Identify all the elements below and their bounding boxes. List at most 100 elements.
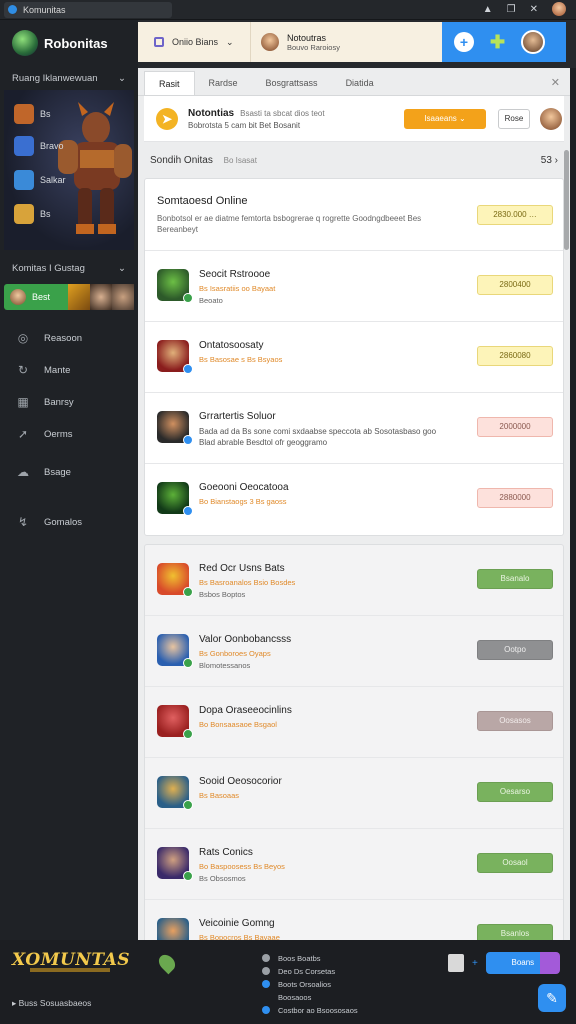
- footer-action-button[interactable]: Boans: [485, 952, 560, 974]
- user-subtitle: Bouvo Raroiosy: [287, 42, 340, 52]
- price-button[interactable]: Oosasos: [477, 711, 553, 731]
- refresh-icon: ↻: [17, 363, 29, 377]
- price-button[interactable]: Bsanalo: [477, 569, 553, 589]
- price-button[interactable]: 2800400: [477, 275, 553, 295]
- price-button[interactable]: 2830.000 …: [477, 205, 553, 225]
- checkbox-icon: [154, 37, 164, 47]
- sidebar-item[interactable]: ↻ Mante: [0, 354, 138, 386]
- status-selector[interactable]: Oniio Bians ⌄: [138, 22, 250, 62]
- sidebar-item[interactable]: ▦ Banrsy: [0, 386, 138, 418]
- tab-diatida[interactable]: Diatida: [332, 71, 388, 95]
- hero-game-item[interactable]: Salkar: [14, 170, 66, 190]
- game-row[interactable]: Rats Conics Bo Baspoosess Bs Beyos Bs Obso…: [145, 829, 563, 900]
- edit-icon[interactable]: ✎: [538, 984, 566, 1012]
- price-button[interactable]: 2860080: [477, 346, 553, 366]
- close-icon[interactable]: ✕: [530, 4, 538, 15]
- sidebar-item[interactable]: ↯ Gomalos: [0, 506, 138, 538]
- status-badge: [183, 293, 193, 303]
- hero-game-item[interactable]: Bs: [14, 104, 51, 124]
- brand[interactable]: Robonitas: [0, 20, 138, 66]
- friends-row: Best: [4, 284, 134, 310]
- avatar[interactable]: [521, 30, 546, 54]
- logo-underline: [30, 968, 110, 972]
- arrow-icon: ➚: [17, 427, 29, 441]
- game-row[interactable]: Veicoinie Gomng Bs Bopocros Bs Bayaae Bsan…: [145, 900, 563, 940]
- section-header-ads[interactable]: Ruang Iklanwewuan ⌄: [0, 66, 138, 90]
- close-icon[interactable]: ✕: [551, 76, 560, 89]
- friend-thumbnail[interactable]: [90, 284, 112, 310]
- sidebar-item-label: Reasoon: [44, 332, 83, 344]
- footer-link[interactable]: Boosaoos: [262, 991, 358, 1003]
- user-card[interactable]: Notoutras Bouvo Raroiosy: [250, 22, 442, 62]
- featured-item[interactable]: Somtaoesd Online Bonbotsol er ae diatme …: [145, 179, 563, 251]
- section-header-community[interactable]: Komitas I Gustag ⌄: [0, 256, 138, 280]
- game-list-card-secondary: Red Ocr Usns Bats Bs Basroanalos Bsio Bos…: [144, 544, 564, 940]
- sidebar-item-label: Gomalos: [44, 516, 83, 528]
- status-badge: [183, 506, 193, 516]
- game-row[interactable]: Red Ocr Usns Bats Bs Basroanalos Bsio Bos…: [145, 545, 563, 616]
- game-row[interactable]: Dopa Oraseeocinlins Bo Bonsaasaoe Bsgaol O…: [145, 687, 563, 758]
- friend-chip[interactable]: Best: [4, 284, 68, 310]
- game-icon: [14, 136, 34, 156]
- hero-game-item[interactable]: Bs: [14, 204, 51, 224]
- chat-icon: [485, 952, 506, 974]
- price-button[interactable]: Oesarso: [477, 782, 553, 802]
- document-icon[interactable]: [448, 954, 464, 972]
- game-row[interactable]: Valor Oonbobancsss Bs Gonboroes Oyaps Blom…: [145, 616, 563, 687]
- scrollbar[interactable]: [564, 150, 569, 250]
- friend-chip-label: Best: [32, 292, 51, 302]
- price-button[interactable]: 2880000: [477, 488, 553, 508]
- game-row[interactable]: Sooid Oeosocorior Bs Basoaas Oesarso: [145, 758, 563, 829]
- avatar[interactable]: [552, 2, 566, 16]
- plus-icon[interactable]: +: [472, 958, 478, 969]
- notification-extra: Bsasti ta sbcat dios teot: [240, 108, 325, 118]
- bell-icon[interactable]: ▲: [483, 4, 493, 15]
- section-title: Sondih Onitas: [150, 154, 213, 166]
- price-button[interactable]: 2000000: [477, 417, 553, 437]
- location-pin-icon[interactable]: [155, 951, 179, 975]
- footer-links: Boos Boatbs Deo Ds Corsetas Boots Orsoal…: [262, 952, 358, 1017]
- footer-link[interactable]: Deo Ds Corsetas: [262, 965, 358, 977]
- price-button[interactable]: Bsanlos: [477, 924, 553, 940]
- footer-text[interactable]: ▸ Buss Sosuasbaeos: [12, 998, 91, 1009]
- chevron-down-icon: ⌄: [118, 262, 126, 274]
- notification-secondary-button[interactable]: Rose: [498, 109, 530, 129]
- status-badge: [183, 587, 193, 597]
- restore-icon[interactable]: ❐: [507, 4, 516, 15]
- tab-rardse[interactable]: Rardse: [195, 71, 252, 95]
- tab-bosgrattsass[interactable]: Bosgrattsass: [252, 71, 332, 95]
- sidebar-item[interactable]: ➚ Oerms: [0, 418, 138, 450]
- game-meta-secondary: Beoato: [199, 296, 223, 305]
- footer-link[interactable]: Boos Boatbs: [262, 952, 358, 964]
- footer-link[interactable]: Costbor ao Bsoososaos: [262, 1004, 358, 1016]
- avatar[interactable]: [540, 108, 562, 130]
- friend-thumbnail[interactable]: [112, 284, 134, 310]
- notification-primary-button[interactable]: Isaaeans ⌄: [404, 109, 486, 129]
- game-row[interactable]: Goeooni Oeocatooa Bo Bianstaogs 3 Bs gaos…: [145, 464, 563, 535]
- window-controls: ▲ ❐ ✕: [483, 2, 566, 16]
- tab-bar: Rasit Rardse Bosgrattsass Diatida ✕: [138, 68, 570, 96]
- price-button[interactable]: Ootpo: [477, 640, 553, 660]
- chevron-down-icon: ⌄: [118, 72, 126, 84]
- hero-banner[interactable]: Bs Bravo Salkar Bs: [4, 90, 134, 250]
- puzzle-icon[interactable]: ✚: [490, 32, 505, 53]
- hero-game-item[interactable]: Bravo: [14, 136, 64, 156]
- friend-thumbnail[interactable]: [68, 284, 90, 310]
- tab-rasit[interactable]: Rasit: [144, 71, 195, 95]
- sidebar-item-label: Bsage: [44, 466, 71, 478]
- sidebar: Robonitas Ruang Iklanwewuan ⌄ Bs Bravo S…: [0, 20, 138, 940]
- avatar: [261, 33, 279, 51]
- add-icon[interactable]: +: [454, 32, 474, 52]
- footer-link[interactable]: Boots Orsoalios: [262, 978, 358, 990]
- game-row[interactable]: Grrartertis Soluor Bada ad da Bs sone com…: [145, 393, 563, 464]
- game-row[interactable]: Seocit Rstroooe Bs Isasratiis oo Bayaat Be…: [145, 251, 563, 322]
- sidebar-item[interactable]: ☁ Bsage: [0, 456, 138, 488]
- browser-tab[interactable]: Komunitas: [4, 1, 172, 18]
- main-panel: Rasit Rardse Bosgrattsass Diatida ✕ ➤ No…: [138, 68, 570, 940]
- route-icon: ↯: [17, 515, 29, 529]
- price-button[interactable]: Oosaol: [477, 853, 553, 873]
- section-count[interactable]: 53 ›: [541, 155, 558, 166]
- game-row[interactable]: Ontatosoosaty Bs Basosae s Bs Bsyaos 28600…: [145, 322, 563, 393]
- sidebar-item[interactable]: ◎ Reasoon: [0, 322, 138, 354]
- footer-logo[interactable]: XOMUNTAS: [12, 950, 130, 970]
